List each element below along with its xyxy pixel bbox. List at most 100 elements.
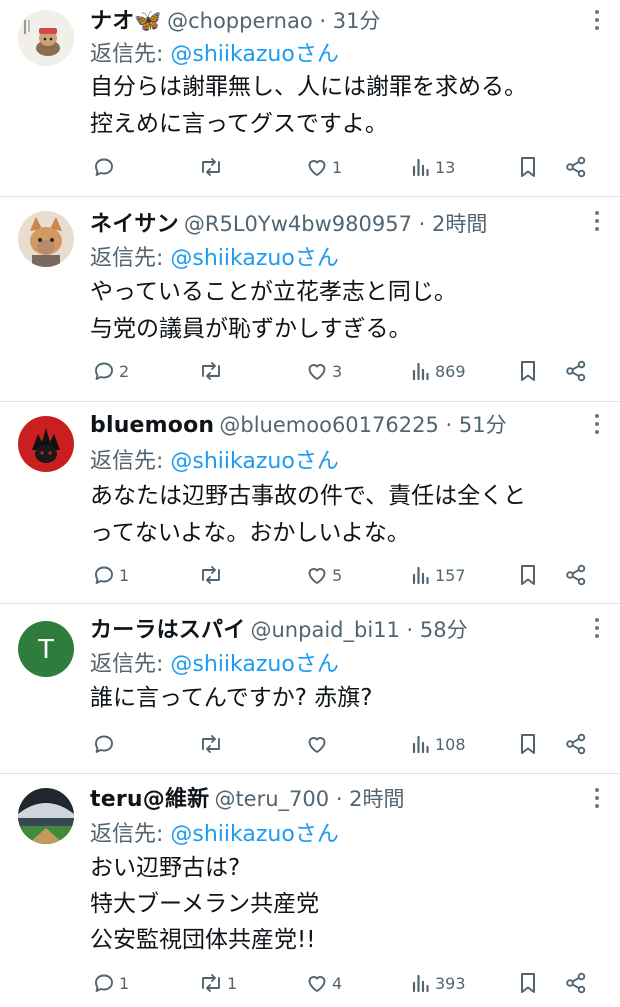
like-button[interactable]	[305, 729, 332, 759]
timestamp[interactable]: 2時間	[432, 212, 487, 236]
avatar[interactable]: T	[18, 621, 74, 677]
tweet-line: 控えめに言ってグスですよ。	[90, 111, 388, 137]
display-name[interactable]: teru@維新	[90, 787, 209, 812]
bookmark-button[interactable]	[517, 968, 539, 998]
retweet-button[interactable]	[198, 152, 227, 182]
more-icon[interactable]	[594, 618, 600, 640]
views-button[interactable]: 108	[410, 729, 466, 759]
user-handle[interactable]: @unpaid_bi11	[251, 618, 400, 642]
reply-to-line: 返信先: @shiikazuoさん	[90, 36, 339, 68]
reply-to-mention[interactable]: @shiikazuoさん	[170, 246, 338, 271]
display-name[interactable]: ネイサン	[90, 212, 179, 237]
reply-button[interactable]	[92, 729, 119, 759]
reply-button[interactable]	[92, 152, 119, 182]
bookmark-button[interactable]	[517, 560, 539, 590]
avatar[interactable]	[18, 416, 74, 472]
like-icon	[308, 364, 326, 380]
reply-tweet[interactable]: ナオ🦋 @choppernao · 31分 返信先: @shiikazuoさん …	[0, 0, 620, 197]
reply-to-line: 返信先: @shiikazuoさん	[90, 816, 339, 848]
like-icon	[308, 160, 326, 176]
view-count: 393	[435, 973, 466, 993]
retweet-icon	[202, 735, 220, 753]
share-icon	[566, 733, 586, 755]
retweet-button[interactable]	[198, 356, 227, 386]
like-button[interactable]: 5	[305, 560, 342, 590]
share-button[interactable]	[564, 356, 588, 386]
bookmark-button[interactable]	[517, 729, 539, 759]
share-button[interactable]	[564, 152, 588, 182]
like-button[interactable]: 4	[305, 968, 342, 998]
views-icon	[412, 735, 429, 754]
reply-count: 2	[119, 361, 130, 381]
timestamp[interactable]: 51分	[459, 413, 507, 437]
bookmark-icon	[521, 734, 535, 754]
separator-dot: ·	[312, 9, 333, 33]
reply-icon	[95, 735, 113, 753]
timestamp[interactable]: 2時間	[349, 787, 404, 811]
retweet-count: 1	[227, 973, 238, 993]
user-handle[interactable]: @teru_700	[214, 787, 329, 811]
tweet-line: やっていることが立花孝志と同じ。	[90, 279, 457, 305]
retweet-button[interactable]	[198, 560, 227, 590]
reply-button[interactable]: 1	[92, 560, 129, 590]
share-button[interactable]	[564, 729, 588, 759]
reply-tweet[interactable]: bluemoon @bluemoo60176225 · 51分 返信先: @sh…	[0, 402, 620, 604]
avatar[interactable]	[18, 211, 74, 267]
reply-icon	[95, 974, 113, 992]
timestamp[interactable]: 58分	[420, 618, 468, 642]
reply-to-label: 返信先:	[90, 449, 171, 474]
action-bar: 1 5 157	[0, 560, 620, 590]
separator-dot: ·	[329, 787, 350, 811]
tweet-header: ナオ🦋 @choppernao · 31分	[90, 3, 580, 35]
user-handle[interactable]: @choppernao	[167, 9, 313, 33]
views-icon	[412, 158, 429, 177]
user-handle[interactable]: @R5L0Yw4bw980957	[184, 212, 412, 236]
share-button[interactable]	[564, 968, 588, 998]
views-button[interactable]: 13	[410, 152, 455, 182]
more-icon[interactable]	[594, 211, 600, 233]
tweet-header: bluemoon @bluemoo60176225 · 51分	[90, 409, 580, 441]
reply-to-mention[interactable]: @shiikazuoさん	[170, 449, 338, 474]
views-button[interactable]: 869	[410, 356, 466, 386]
reply-tweet[interactable]: teru@維新 @teru_700 · 2時間 返信先: @shiikazuoさ…	[0, 774, 620, 1007]
separator-dot: ·	[411, 212, 432, 236]
bookmark-icon	[521, 157, 535, 177]
views-button[interactable]: 157	[410, 560, 466, 590]
views-button[interactable]: 393	[410, 968, 466, 998]
display-name[interactable]: ナオ🦋	[90, 9, 162, 34]
reply-button[interactable]: 1	[92, 968, 129, 998]
reply-tweet[interactable]: ネイサン @R5L0Yw4bw980957 · 2時間 返信先: @shiika…	[0, 197, 620, 402]
share-button[interactable]	[564, 560, 588, 590]
tweet-header: カーラはスパイ @unpaid_bi11 · 58分	[90, 612, 580, 644]
reply-tweet[interactable]: T カーラはスパイ @unpaid_bi11 · 58分 返信先: @shiik…	[0, 604, 620, 774]
retweet-icon	[202, 974, 220, 992]
views-icon	[412, 566, 429, 585]
reply-count: 1	[119, 973, 130, 993]
reply-to-mention[interactable]: @shiikazuoさん	[170, 42, 338, 67]
views-icon	[412, 362, 429, 381]
avatar[interactable]	[18, 10, 74, 66]
avatar[interactable]	[18, 788, 74, 844]
like-button[interactable]: 3	[305, 356, 342, 386]
display-name[interactable]: bluemoon	[90, 413, 214, 438]
display-name[interactable]: カーラはスパイ	[90, 618, 245, 643]
more-icon[interactable]	[594, 10, 600, 32]
user-handle[interactable]: @bluemoo60176225	[219, 413, 438, 437]
tweet-text: やっていることが立花孝志と同じ。 与党の議員が恥ずかしすぎる。	[90, 274, 606, 348]
share-icon	[566, 156, 586, 178]
reply-to-mention[interactable]: @shiikazuoさん	[170, 652, 338, 677]
more-icon[interactable]	[594, 788, 600, 810]
like-button[interactable]: 1	[305, 152, 342, 182]
bookmark-button[interactable]	[517, 152, 539, 182]
reply-button[interactable]: 2	[92, 356, 129, 386]
tweet-line: 特大ブーメラン共産党	[90, 891, 320, 917]
more-icon[interactable]	[594, 414, 600, 436]
reply-to-mention[interactable]: @shiikazuoさん	[170, 822, 338, 847]
view-count: 13	[435, 157, 456, 177]
tweet-header: teru@維新 @teru_700 · 2時間	[90, 781, 580, 813]
timestamp[interactable]: 31分	[333, 9, 381, 33]
retweet-button[interactable]: 1	[198, 968, 237, 998]
retweet-button[interactable]	[198, 729, 227, 759]
bookmark-button[interactable]	[517, 356, 539, 386]
reply-icon	[95, 566, 113, 584]
